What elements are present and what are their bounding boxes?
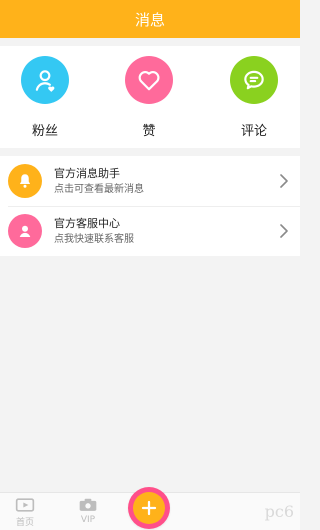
tab-vip-label: VIP — [80, 515, 96, 525]
comment-circle — [230, 56, 278, 104]
header: 消息 — [0, 0, 300, 38]
like-circle — [125, 56, 173, 104]
add-button[interactable] — [128, 487, 170, 529]
list-item-text: 官方消息助手 点击可查看最新消息 — [54, 166, 276, 197]
assistant-icon-circle — [8, 164, 42, 198]
message-list: 官方消息助手 点击可查看最新消息 官方客服中心 点我快速联系客服 — [0, 156, 300, 256]
quick-action-label: 粉丝 — [31, 124, 58, 139]
list-item-text: 官方客服中心 点我快速联系客服 — [54, 216, 276, 247]
spacer — [0, 38, 300, 46]
tab-home[interactable]: 首页 — [0, 497, 50, 530]
list-item-subtitle: 点击可查看最新消息 — [54, 183, 144, 195]
quick-action-like[interactable]: 赞 — [114, 56, 184, 140]
camera-icon — [77, 497, 99, 513]
add-button-inner — [133, 492, 165, 524]
tab-home-label: 首页 — [15, 518, 34, 528]
bell-icon — [19, 174, 31, 188]
list-item-title: 官方客服中心 — [54, 216, 120, 230]
quick-action-comment[interactable]: 评论 — [219, 56, 289, 140]
user-icon — [19, 225, 31, 237]
list-item-title: 官方消息助手 — [54, 166, 120, 180]
list-item-customer-service[interactable]: 官方客服中心 点我快速联系客服 — [0, 206, 300, 256]
list-item-subtitle: 点我快速联系客服 — [54, 233, 134, 245]
spacer — [0, 148, 300, 156]
chevron-right-icon — [276, 223, 292, 239]
plus-icon — [141, 500, 157, 516]
fans-circle — [21, 56, 69, 104]
home-film-icon — [14, 497, 36, 513]
service-icon-circle — [8, 214, 42, 248]
quick-action-label: 赞 — [142, 124, 156, 139]
heart-icon — [138, 71, 160, 91]
chevron-right-icon — [276, 173, 292, 189]
user-heart-icon — [35, 70, 55, 92]
page-title: 消息 — [134, 10, 165, 29]
quick-action-label: 评论 — [240, 124, 267, 139]
watermark: pc6 — [264, 502, 294, 521]
chat-bubble-icon — [244, 70, 264, 90]
quick-actions: 粉丝 赞 评论 — [0, 46, 300, 148]
list-item-official-assistant[interactable]: 官方消息助手 点击可查看最新消息 — [0, 156, 300, 207]
quick-action-fans[interactable]: 粉丝 — [10, 56, 80, 140]
tab-vip[interactable]: VIP — [63, 497, 113, 530]
